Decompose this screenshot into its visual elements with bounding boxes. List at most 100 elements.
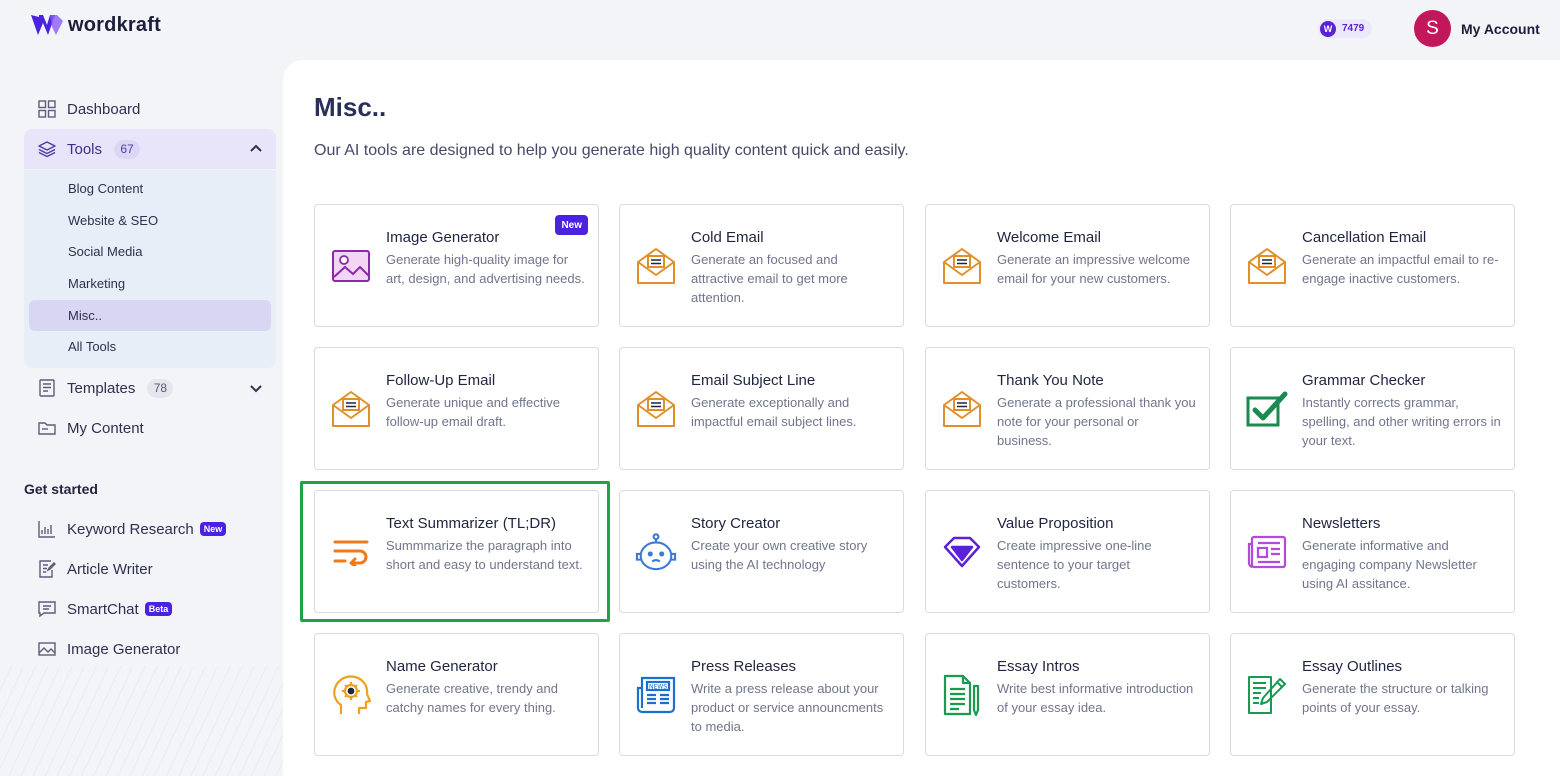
logo[interactable]: wordkraft: [30, 13, 161, 37]
tool-card-description: Create impressive one-line sentence to y…: [997, 538, 1152, 591]
tool-card-cold-email[interactable]: Cold Email Generate an focused and attrac…: [619, 204, 904, 327]
tool-card-title: Grammar Checker: [1302, 372, 1426, 389]
head-gear-icon: [330, 674, 372, 716]
tool-card-description: Write best informative introduction of y…: [997, 681, 1194, 715]
text-wrap-icon: [330, 531, 372, 573]
document-edit-icon: [1246, 674, 1288, 716]
tool-card-title: Essay Intros: [997, 658, 1080, 675]
sidebar-item-label: Templates: [67, 379, 136, 397]
credits-icon: W: [1320, 20, 1336, 37]
new-badge: New: [199, 522, 227, 536]
chevron-up-icon[interactable]: [248, 141, 264, 157]
envelope-icon: [635, 388, 677, 430]
submenu-item-all-tools[interactable]: All Tools: [29, 331, 271, 362]
layers-icon: [37, 139, 57, 159]
chat-icon: [37, 599, 57, 619]
sidebar-item-tools[interactable]: Tools 67: [24, 129, 276, 169]
tool-card-essay-intros[interactable]: Essay Intros Write best informative intro…: [925, 633, 1210, 756]
sidebar-item-label: Dashboard: [67, 100, 141, 118]
beta-badge: Beta: [144, 602, 173, 616]
tools-count-badge: 67: [114, 139, 141, 159]
sidebar-item-smartchat[interactable]: SmartChat Beta: [24, 589, 276, 629]
submenu-item-blog-content[interactable]: Blog Content: [29, 173, 271, 204]
submenu-item-marketing[interactable]: Marketing: [29, 268, 271, 299]
credits-badge[interactable]: W 7479: [1318, 19, 1373, 38]
tool-card-value-proposition[interactable]: Value Proposition Create impressive one-l…: [925, 490, 1210, 613]
template-icon: [37, 378, 57, 398]
robot-icon: [635, 531, 677, 573]
tool-card-cancellation-email[interactable]: Cancellation Email Generate an impactful …: [1230, 204, 1515, 327]
sidebar-item-label: Image Generator: [67, 640, 181, 658]
tool-card-description: Generate the structure or talking points…: [1302, 681, 1489, 715]
tool-card-email-subject-line[interactable]: Email Subject Line Generate exceptionally…: [619, 347, 904, 470]
brand-name: wordkraft: [68, 13, 161, 36]
tool-card-title: Story Creator: [691, 515, 781, 532]
tool-card-description: Generate creative, trendy and catchy nam…: [386, 681, 558, 715]
tool-card-image-generator[interactable]: Image Generator Generate high-quality ima…: [314, 204, 599, 327]
sidebar-item-label: Article Writer: [67, 560, 153, 578]
diamond-icon: [941, 531, 983, 573]
tool-card-title: Value Proposition: [997, 515, 1114, 532]
account-menu[interactable]: S My Account: [1414, 10, 1540, 47]
sidebar-item-templates[interactable]: Templates 78: [24, 368, 276, 408]
sidebar-item-label: My Content: [67, 419, 144, 437]
sidebar-item-label: Keyword Research: [67, 520, 194, 538]
sidebar-item-article-writer[interactable]: Article Writer: [24, 549, 276, 589]
credits-count: 7479: [1342, 23, 1365, 34]
tool-card-title: Newsletters: [1302, 515, 1381, 532]
tools-submenu: Blog Content Website & SEO Social Media …: [24, 170, 276, 368]
tool-card-press-releases[interactable]: NEWS Press Releases Write a press release …: [619, 633, 904, 756]
tool-card-essay-outlines[interactable]: Essay Outlines Generate the structure or …: [1230, 633, 1515, 756]
tool-card-title: Thank You Note: [997, 372, 1104, 389]
chart-icon: [37, 519, 57, 539]
envelope-icon: [635, 245, 677, 287]
article-icon: [37, 559, 57, 579]
tool-card-title: Follow-Up Email: [386, 372, 496, 389]
envelope-icon: [1246, 245, 1288, 287]
chevron-down-icon[interactable]: [248, 380, 264, 396]
sidebar-item-label: Tools: [67, 140, 103, 158]
submenu-item-social-media[interactable]: Social Media: [29, 236, 271, 267]
document-pen-icon: [941, 674, 983, 716]
top-bar: wordkraft W 7479 S My Account: [0, 0, 1560, 56]
tool-card-text-summarizer-tl-dr[interactable]: Text Summarizer (TL;DR) Summmarize the pa…: [314, 490, 599, 613]
sidebar-decoration: [0, 666, 283, 776]
tool-card-description: Generate a professional thank you note f…: [997, 395, 1196, 448]
tool-card-newsletters[interactable]: Newsletters Generate informative and enga…: [1230, 490, 1515, 613]
tool-card-story-creator[interactable]: Story Creator Create your own creative st…: [619, 490, 904, 613]
tool-card-name-generator[interactable]: Name Generator Generate creative, trendy …: [314, 633, 599, 756]
tool-card-description: Generate high-quality image for art, des…: [386, 252, 585, 286]
envelope-icon: [941, 388, 983, 430]
sidebar-item-image-generator[interactable]: Image Generator: [24, 629, 276, 669]
envelope-icon: [330, 388, 372, 430]
tool-card-welcome-email[interactable]: Welcome Email Generate an impressive welc…: [925, 204, 1210, 327]
sidebar-item-keyword-research[interactable]: Keyword Research New: [24, 509, 276, 549]
page-subtitle: Our AI tools are designed to help you ge…: [314, 142, 909, 159]
image-icon: [330, 245, 372, 287]
tool-card-description: Generate an focused and attractive email…: [691, 252, 848, 305]
wordkraft-logo-icon: [31, 15, 63, 35]
submenu-item-website-seo[interactable]: Website & SEO: [29, 205, 271, 236]
tool-card-description: Instantly corrects grammar, spelling, an…: [1302, 395, 1501, 448]
tool-card-follow-up-email[interactable]: Follow-Up Email Generate unique and effec…: [314, 347, 599, 470]
sidebar-item-dashboard[interactable]: Dashboard: [24, 89, 276, 129]
tool-card-title: Essay Outlines: [1302, 658, 1403, 675]
tool-card-title: Email Subject Line: [691, 372, 816, 389]
avatar: S: [1414, 10, 1451, 47]
tool-card-grammar-checker[interactable]: Grammar Checker Instantly corrects gramma…: [1230, 347, 1515, 470]
svg-text:NEWS: NEWS: [649, 684, 667, 691]
sidebar-item-my-content[interactable]: My Content: [24, 408, 276, 448]
tool-card-title: Name Generator: [386, 658, 498, 675]
page-title: Misc..: [314, 92, 387, 122]
submenu-item-misc[interactable]: Misc..: [29, 300, 271, 331]
news-icon: NEWS: [635, 674, 677, 716]
folder-icon: [37, 418, 57, 438]
dashboard-icon: [37, 99, 57, 119]
tool-card-description: Generate unique and effective follow-up …: [386, 395, 560, 429]
tool-card-title: Image Generator: [386, 229, 500, 246]
tool-card-description: Summmarize the paragraph into short and …: [386, 538, 583, 572]
tool-card-thank-you-note[interactable]: Thank You Note Generate a professional th…: [925, 347, 1210, 470]
get-started-heading: Get started: [24, 481, 98, 497]
tool-card-title: Cold Email: [691, 229, 764, 246]
templates-count-badge: 78: [147, 378, 174, 398]
